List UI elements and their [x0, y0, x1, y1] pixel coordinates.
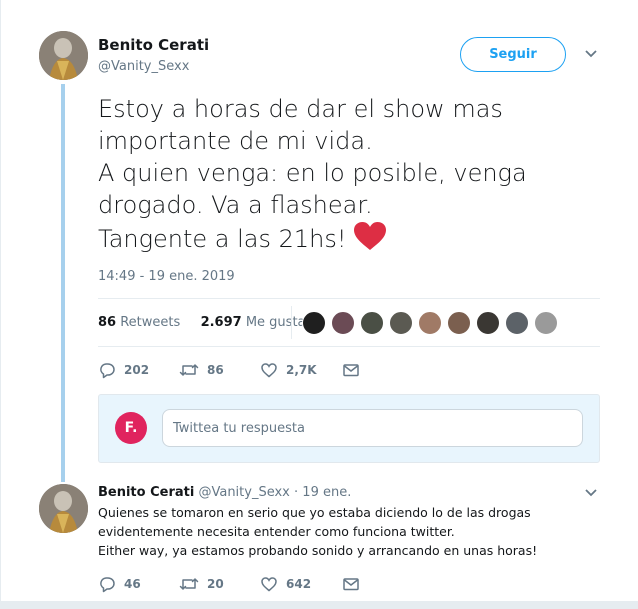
- message-action[interactable]: [342, 575, 360, 593]
- reply-count: 46: [124, 577, 141, 591]
- reply-author-name[interactable]: Benito Cerati: [98, 485, 194, 500]
- liker-avatar[interactable]: [505, 311, 529, 335]
- avatar[interactable]: [39, 31, 88, 80]
- user-avatar[interactable]: F.: [115, 412, 147, 444]
- envelope-icon[interactable]: [342, 575, 360, 593]
- reply-action[interactable]: 46: [98, 575, 179, 593]
- separator-dot: ·: [294, 485, 299, 500]
- likes-count[interactable]: 2.697: [201, 315, 242, 330]
- retweet-action[interactable]: 86: [179, 361, 260, 379]
- divider: [98, 346, 600, 347]
- tweet-text-line: Estoy a horas de dar el show mas: [98, 95, 503, 123]
- reply-date[interactable]: 19 ene.: [302, 485, 351, 500]
- divider: [98, 298, 600, 299]
- liker-avatar[interactable]: [476, 311, 500, 335]
- stats-divider: [291, 306, 292, 339]
- reply-header: Benito Cerati @Vanity_Sexx · 19 ene.: [98, 485, 351, 500]
- reply-composer: F. Twittea tu respuesta: [98, 394, 600, 463]
- liker-avatar[interactable]: [360, 311, 384, 335]
- reply-count: 202: [124, 363, 150, 377]
- tweet-text-line: drogado. Va a flashear.: [98, 191, 373, 219]
- liker-avatar[interactable]: [389, 311, 413, 335]
- chevron-down-icon[interactable]: [584, 49, 598, 59]
- follow-button[interactable]: Seguir: [460, 37, 566, 72]
- like-count: 2,7K: [286, 363, 317, 377]
- author-name[interactable]: Benito Cerati: [98, 36, 209, 54]
- tweet-page: Benito Cerati @Vanity_Sexx Seguir Estoy …: [0, 0, 638, 609]
- retweet-action[interactable]: 20: [179, 575, 260, 593]
- reply-text-line: Quienes se tomaron en serio que yo estab…: [98, 505, 531, 520]
- retweets-count[interactable]: 86: [98, 315, 116, 330]
- retweet-count: 86: [207, 363, 224, 377]
- liker-avatar[interactable]: [534, 311, 558, 335]
- retweet-icon[interactable]: [179, 575, 199, 593]
- like-count: 642: [286, 577, 312, 591]
- retweet-icon[interactable]: [179, 361, 199, 379]
- tweet-stats: 86 Retweets 2.697 Me gusta: [98, 315, 306, 330]
- reply-text-line: evidentemente necesita entender como fun…: [98, 524, 455, 539]
- liker-avatar[interactable]: [331, 311, 355, 335]
- heart-icon[interactable]: [260, 575, 278, 593]
- tweet-actions: 202 86 2,7K: [98, 360, 360, 380]
- likes-label[interactable]: Me gusta: [246, 315, 306, 330]
- reply-icon[interactable]: [98, 575, 116, 593]
- liker-avatars: [302, 311, 563, 335]
- thread-connector-line: [61, 84, 65, 482]
- retweet-count: 20: [207, 577, 224, 591]
- like-action[interactable]: 2,7K: [260, 361, 342, 379]
- envelope-icon[interactable]: [342, 361, 360, 379]
- reply-text-line: Either way, ya estamos probando sonido y…: [98, 543, 538, 558]
- tweet-text-line: importante de mi vida.: [98, 127, 373, 155]
- retweets-label[interactable]: Retweets: [120, 315, 180, 330]
- tweet-text: Estoy a horas de dar el show mas importa…: [98, 93, 558, 259]
- reply-text: Quienes se tomaron en serio que yo estab…: [98, 503, 578, 560]
- tweet-text-line: A quien venga: en lo posible, venga: [98, 159, 527, 187]
- chevron-down-icon[interactable]: [584, 488, 598, 498]
- page-bottom-border: [1, 601, 638, 609]
- red-heart-emoji: [353, 221, 387, 259]
- liker-avatar[interactable]: [418, 311, 442, 335]
- tweet-text-line-last: Tangente a las 21hs!: [98, 221, 558, 259]
- reply-input[interactable]: Twittea tu respuesta: [162, 409, 583, 447]
- reply-icon[interactable]: [98, 361, 116, 379]
- reply-action[interactable]: 202: [98, 361, 179, 379]
- liker-avatar[interactable]: [447, 311, 471, 335]
- tweet-timestamp[interactable]: 14:49 - 19 ene. 2019: [98, 269, 235, 284]
- message-action[interactable]: [342, 361, 360, 379]
- reply-author-handle[interactable]: @Vanity_Sexx: [198, 485, 289, 500]
- author-handle[interactable]: @Vanity_Sexx: [98, 59, 189, 74]
- avatar[interactable]: [39, 484, 88, 533]
- reply-actions: 46 20 642: [98, 574, 360, 594]
- liker-avatar[interactable]: [302, 311, 326, 335]
- like-action[interactable]: 642: [260, 575, 342, 593]
- tweet-text-line: Tangente a las 21hs!: [98, 225, 347, 253]
- heart-icon[interactable]: [260, 361, 278, 379]
